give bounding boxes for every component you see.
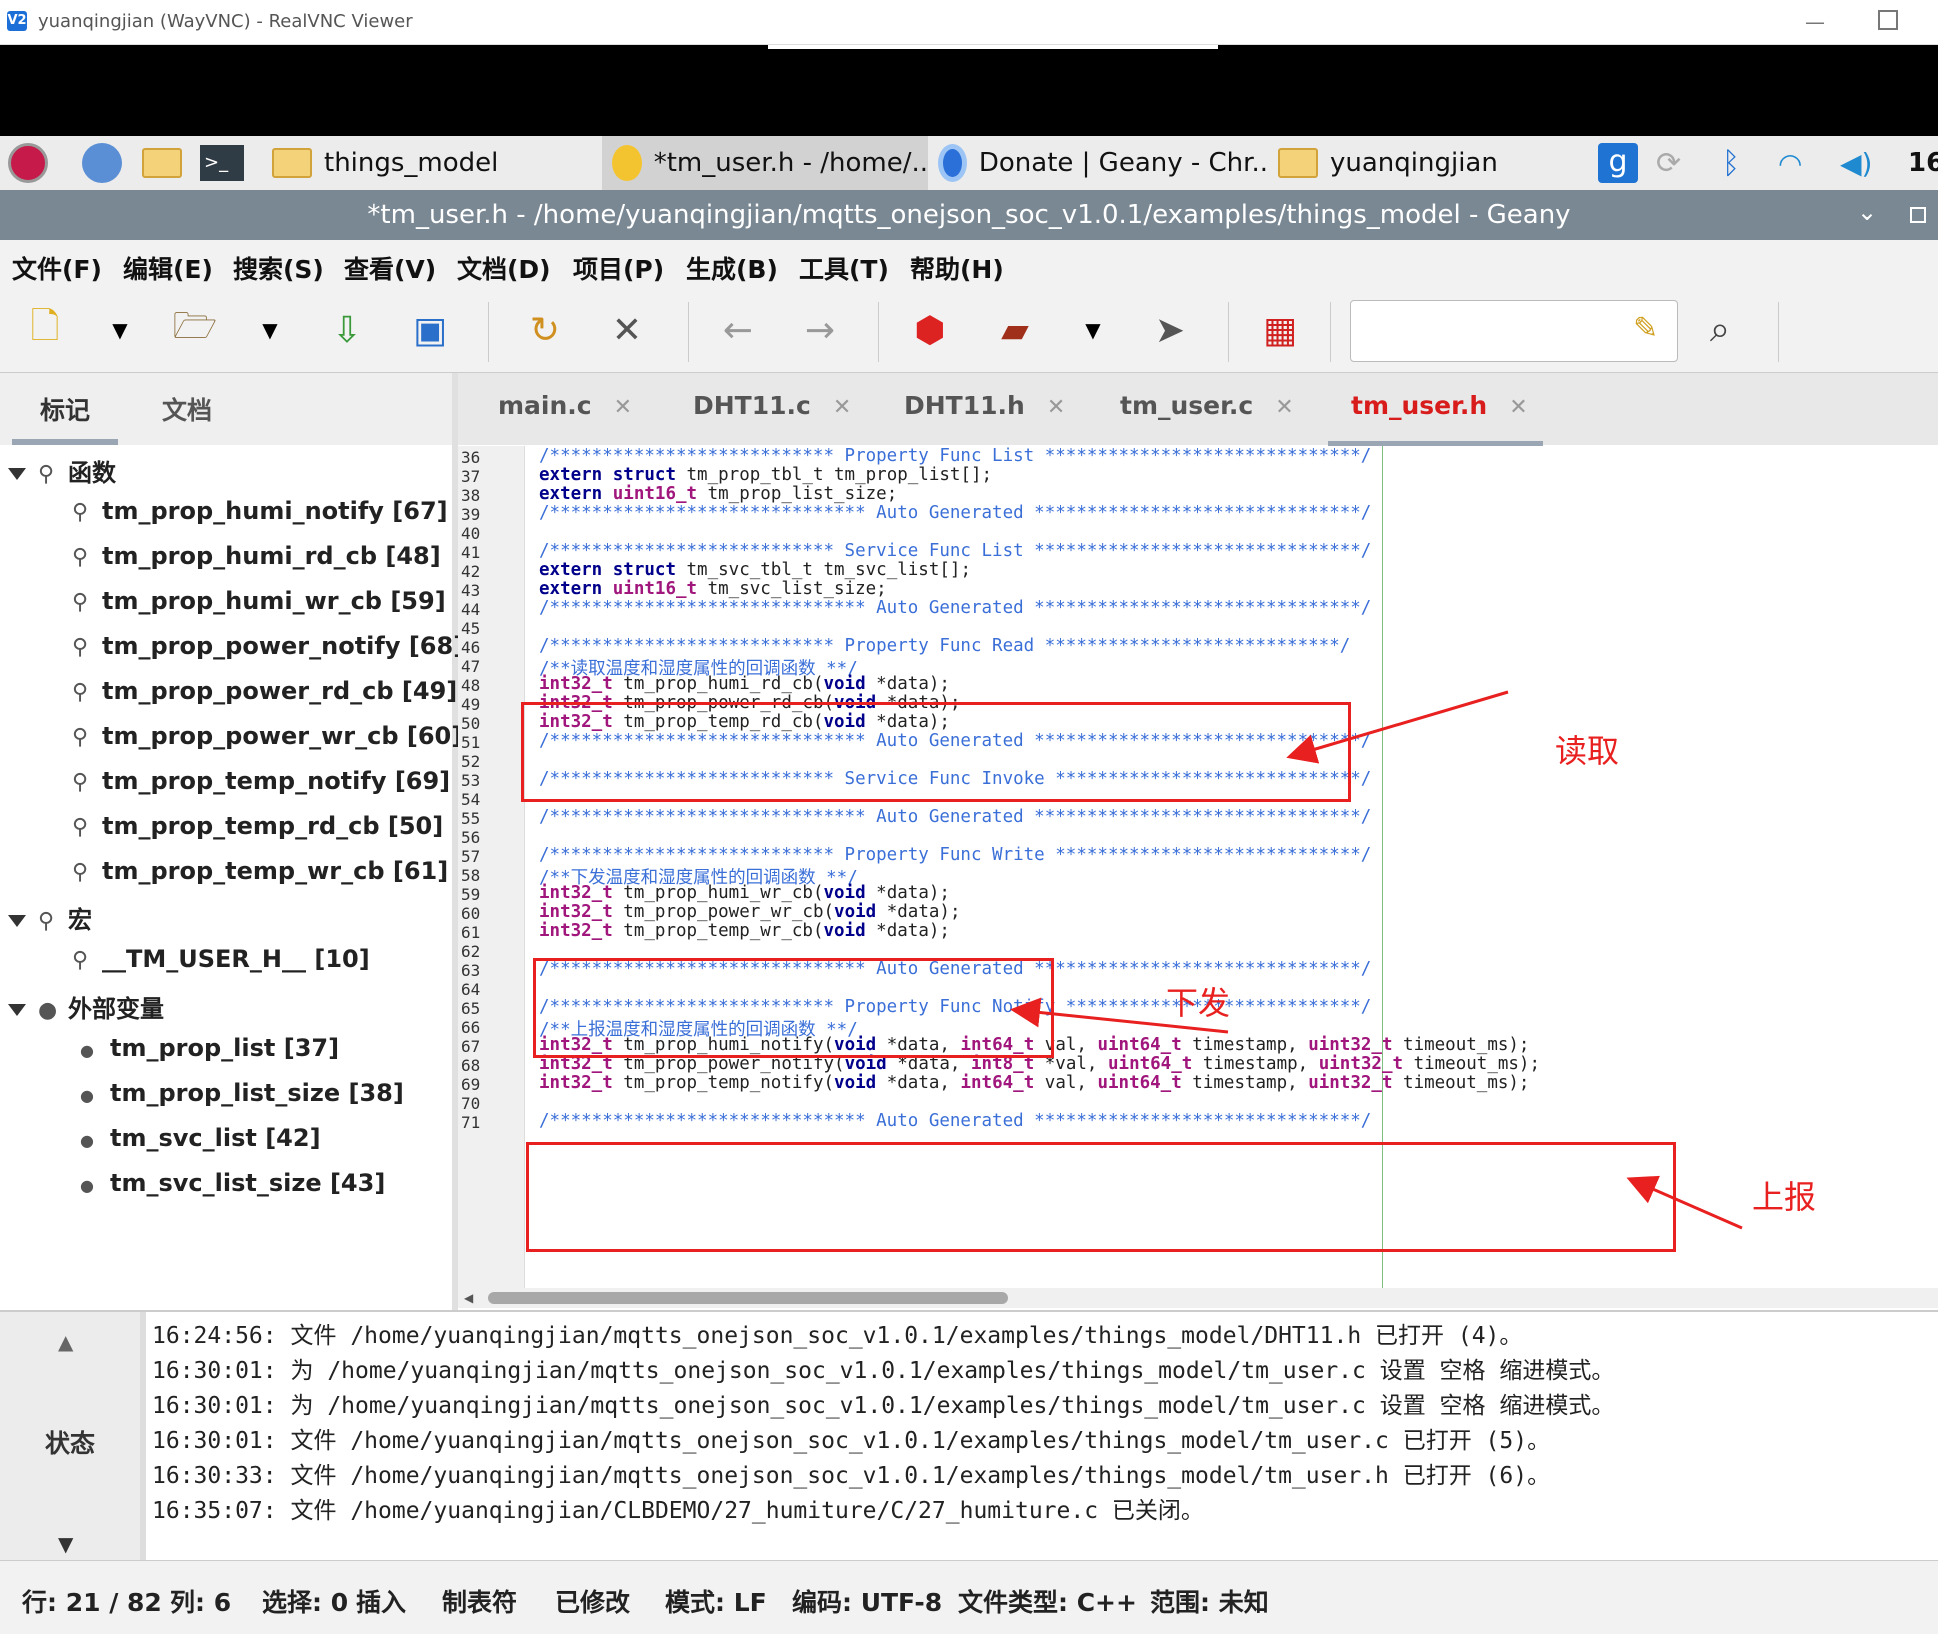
annotation-read: 读取 (1555, 732, 1620, 770)
status-modified: 已修改 (555, 1588, 631, 1617)
log-line: 16:30:33: 文件 /home/yuanqingjian/mqtts_on… (152, 1463, 1551, 1489)
log-line: 16:30:01: 为 /home/yuanqingjian/mqtts_one… (152, 1358, 1615, 1384)
arrow-report (1626, 1175, 1743, 1230)
status-selection: 选择: 0 (262, 1588, 349, 1617)
status-insert-mode: 插入 (356, 1588, 407, 1617)
message-panel: ▲ 状态 ▼ 16:24:56: 文件 /home/yuanqingjian/m… (0, 1310, 1938, 1562)
status-bar: 行: 21 / 82 列: 6 选择: 0 插入 制表符 已修改 模式: LF … (0, 1560, 1938, 1634)
status-line: 行: 21 / 82 (22, 1588, 162, 1617)
status-indent: 制表符 (442, 1588, 518, 1617)
scroll-up-icon[interactable]: ▲ (58, 1330, 73, 1354)
status-eol: 模式: LF (665, 1588, 767, 1617)
message-scrollbar[interactable] (140, 1312, 146, 1562)
arrow-read (1286, 690, 1509, 764)
status-filetype: 文件类型: C++ (958, 1588, 1137, 1617)
status-column: 列: 6 (170, 1588, 232, 1617)
status-encoding: 编码: UTF-8 (792, 1588, 943, 1617)
annotation-report: 上报 (1752, 1178, 1817, 1216)
log-line: 16:35:07: 文件 /home/yuanqingjian/CLBDEMO/… (152, 1498, 1204, 1524)
message-tabs: ▲ 状态 ▼ (0, 1312, 140, 1562)
status-scope: 范围: 未知 (1150, 1588, 1269, 1617)
annotation-write: 下发 (1166, 984, 1231, 1022)
log-line: 16:24:56: 文件 /home/yuanqingjian/mqtts_on… (152, 1323, 1523, 1349)
log-line: 16:30:01: 为 /home/yuanqingjian/mqtts_one… (152, 1393, 1615, 1419)
scroll-down-icon[interactable]: ▼ (58, 1532, 73, 1556)
tab-status[interactable]: 状态 (45, 1424, 95, 1460)
log-line: 16:30:01: 文件 /home/yuanqingjian/mqtts_on… (152, 1428, 1551, 1454)
